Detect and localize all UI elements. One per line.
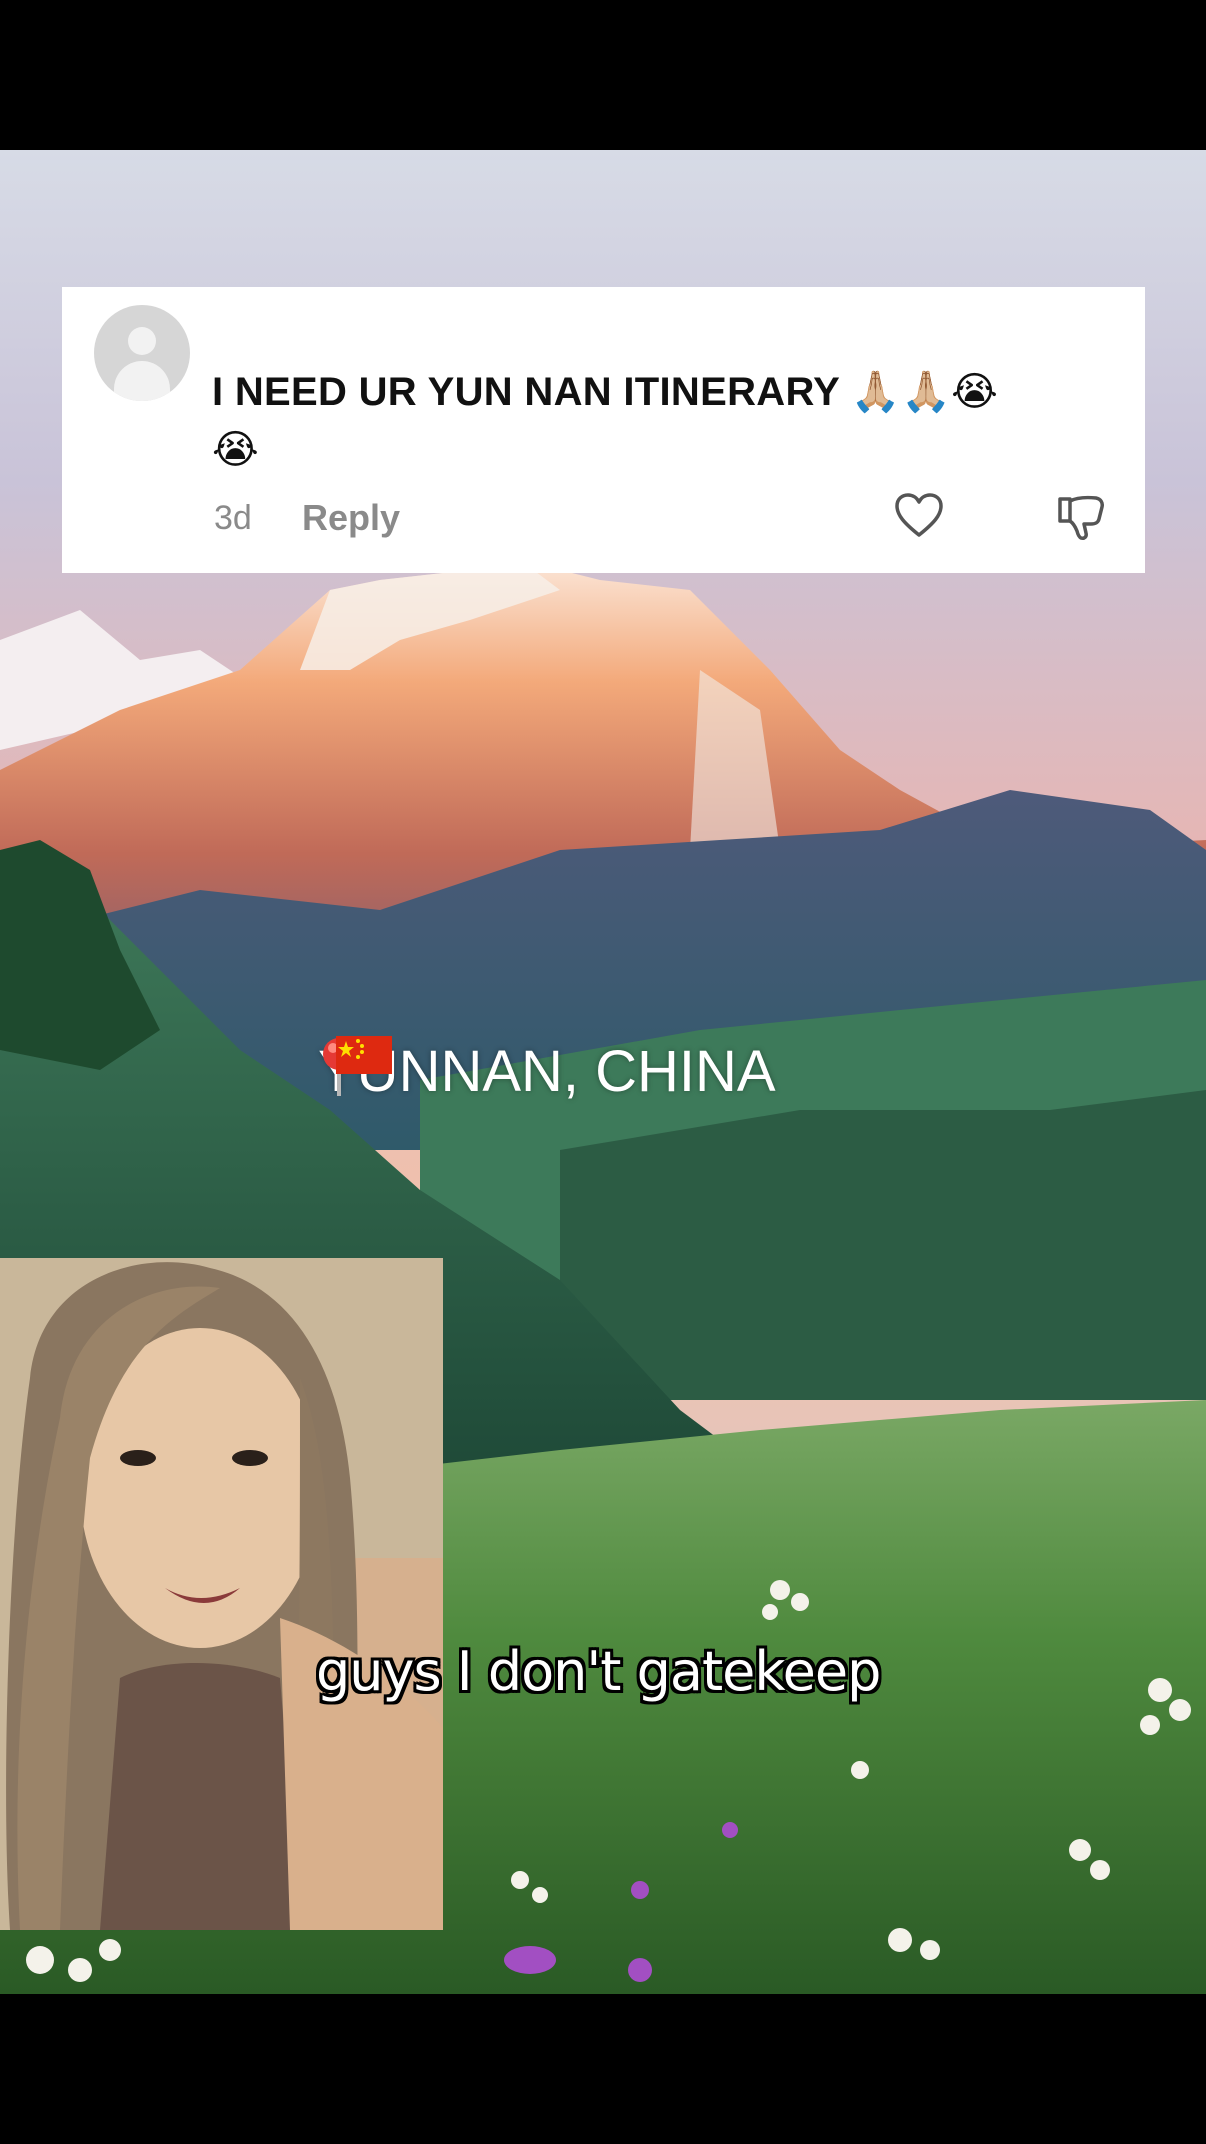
creator-portrait bbox=[0, 1258, 443, 1930]
thumbs-down-outline-icon[interactable] bbox=[1056, 493, 1106, 541]
comment-body: I NEED UR YUN NAN ITINERARY bbox=[212, 370, 840, 414]
creator-face-cam bbox=[0, 1258, 443, 1930]
comment-emojis: 🙏🏼🙏🏼😭 bbox=[850, 369, 999, 415]
location-sticker: YUNNAN, CHINA bbox=[318, 1036, 776, 1106]
comment-text: I NEED UR YUN NAN ITINERARY 🙏🏼🙏🏼😭 😭 bbox=[212, 363, 1112, 479]
replied-comment-card: I NEED UR YUN NAN ITINERARY 🙏🏼🙏🏼😭 😭 3d R… bbox=[62, 287, 1145, 573]
comment-timestamp: 3d bbox=[214, 499, 252, 537]
default-user-avatar-icon bbox=[94, 305, 190, 401]
video-caption: guys I don't gatekeep bbox=[316, 1640, 881, 1703]
reply-button[interactable]: Reply bbox=[302, 497, 400, 539]
china-flag-icon bbox=[336, 1036, 392, 1074]
comment-emoji-line2: 😭 bbox=[212, 427, 260, 473]
heart-outline-icon[interactable] bbox=[894, 493, 944, 539]
